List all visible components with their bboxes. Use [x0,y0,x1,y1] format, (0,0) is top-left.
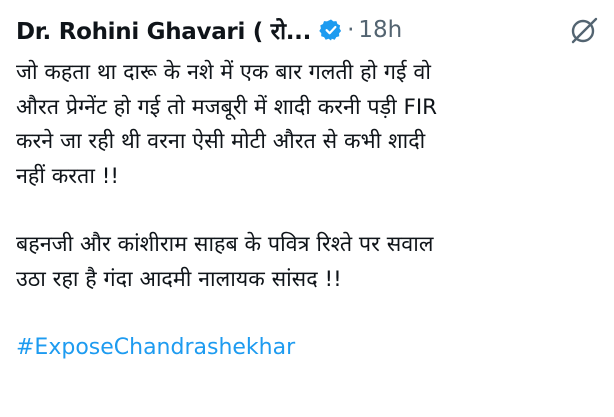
text-line: उठा रहा है गंदा आदमी नालायक सांसद !! [16,266,342,292]
verified-badge-icon[interactable] [319,18,343,42]
tweet-paragraph: जो कहता था दारू के नशे में एक बार गलती ह… [16,56,606,194]
text-line: जो कहता था दारू के नशे में एक बार गलती ह… [16,60,431,85]
separator-dot: · [347,17,355,43]
hashtag-link[interactable]: #ExposeChandrashekhar [16,331,606,366]
tweet-timestamp[interactable]: 18h [358,17,402,43]
tweet-text: जो कहता था दारू के नशे में एक बार गलती ह… [16,56,606,366]
text-line: नहीं करता !! [16,163,119,189]
author-display-name[interactable]: Dr. Rohini Ghavari ( रो... [16,14,311,46]
grok-icon[interactable] [568,14,600,46]
text-line: बहनजी और कांशीराम साहब के पवित्र रिश्ते … [16,232,434,257]
tweet-header: Dr. Rohini Ghavari ( रो... · 18h [16,8,614,52]
tweet-paragraph: बहनजी और कांशीराम साहब के पवित्र रिश्ते … [16,228,606,297]
text-line: औरत प्रेग्नेंट हो गई तो मजबूरी में शादी … [16,94,438,120]
tweet[interactable]: Dr. Rohini Ghavari ( रो... · 18h जो कहता… [0,0,614,417]
text-line: करने जा रही थी वरना ऐसी मोटी औरत से कभी … [16,129,426,154]
